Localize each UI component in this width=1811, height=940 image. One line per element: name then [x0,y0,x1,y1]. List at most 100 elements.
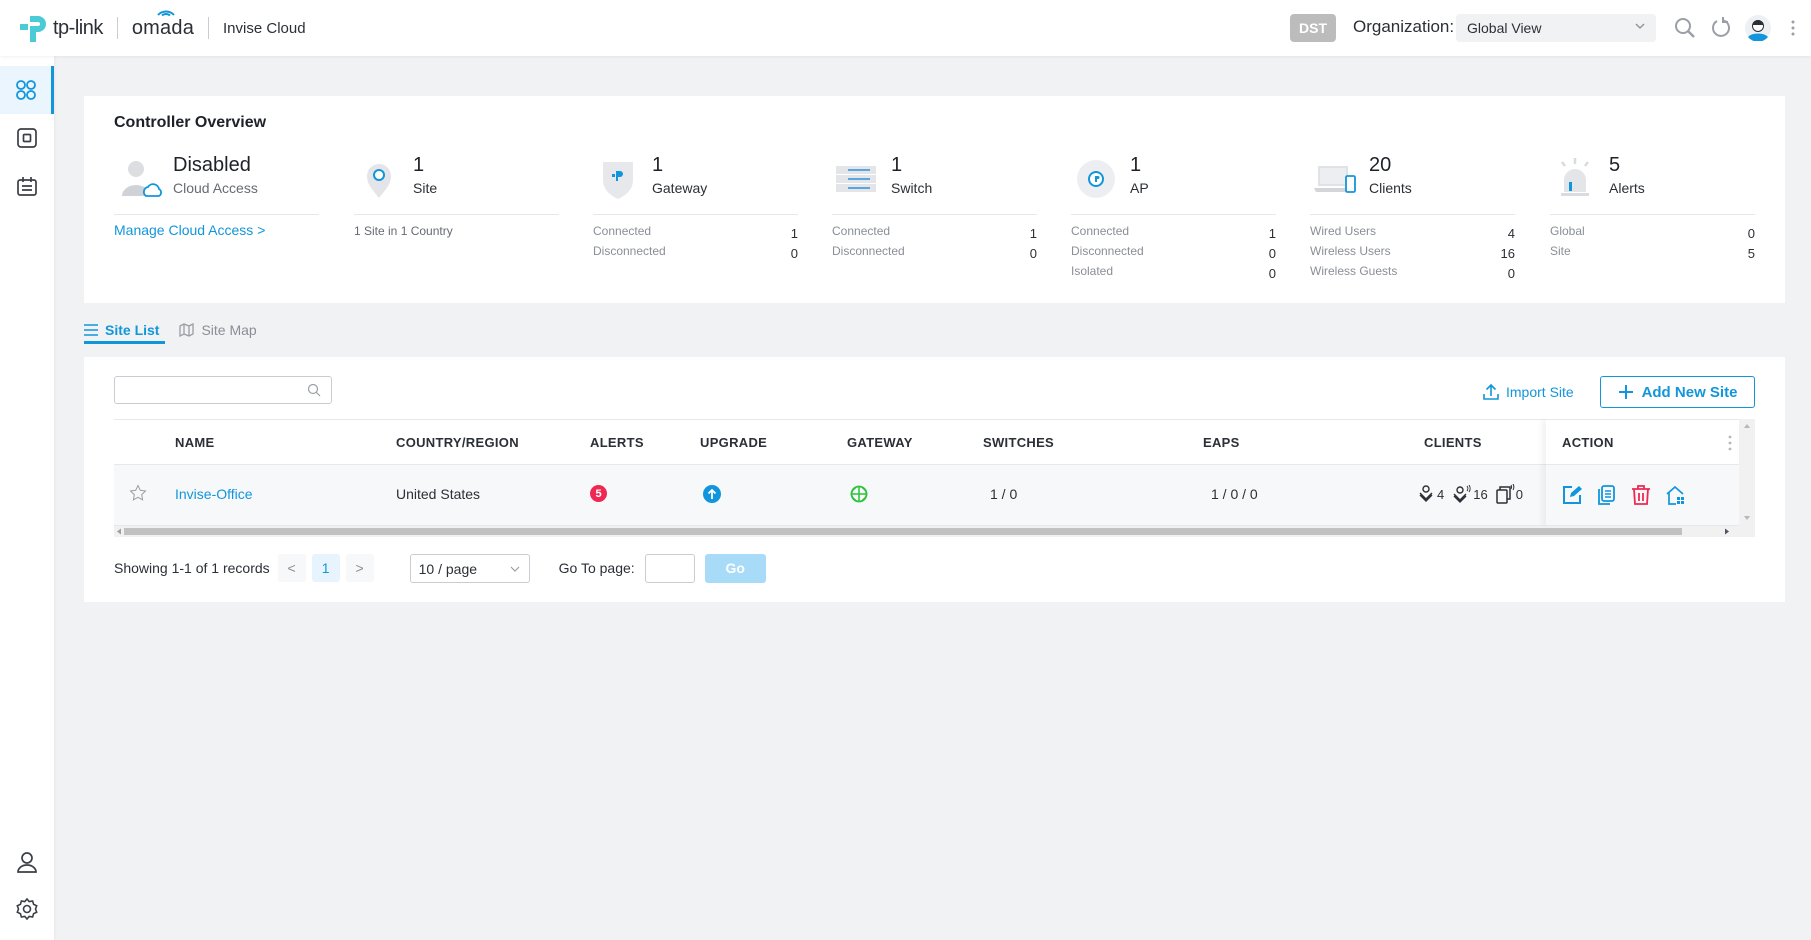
add-new-site-label: Add New Site [1641,383,1738,401]
column-header-clients[interactable]: CLIENTS [1424,435,1482,450]
upgrade-available-icon[interactable] [703,485,721,506]
row-value: 0 [1507,266,1515,281]
refresh-icon[interactable] [1709,16,1733,40]
switches-count: 1 / 0 [990,486,1018,502]
row-value: 0 [790,246,798,261]
cloud-access-label: Cloud Access [173,180,258,196]
row-value: 0 [1029,246,1037,261]
row-label: Connected [1071,224,1130,238]
horizontal-scroll-thumb[interactable] [124,528,1682,535]
divider [593,214,798,215]
records-summary: Showing 1-1 of 1 records [114,560,270,576]
column-header-switches[interactable]: SWITCHES [983,435,1054,450]
device-icon [17,128,37,148]
view-tabs: Site List Site Map [84,318,263,344]
site-label: Site [413,180,438,196]
column-header-upgrade[interactable]: UPGRADE [700,435,767,450]
logo: tp-link omada Invise Cloud [18,10,306,44]
avatar-icon[interactable] [1745,15,1771,42]
add-new-site-button[interactable]: Add New Site [1600,376,1755,408]
gateway-online-globe-icon[interactable] [850,485,868,506]
prev-page-button[interactable]: < [277,554,306,582]
more-vertical-icon[interactable] [1789,16,1797,40]
site-count: 1 [413,154,425,176]
edit-icon[interactable] [1562,485,1582,510]
goto-page-label: Go To page: [558,560,635,576]
scroll-up-arrow-icon[interactable] [1743,423,1751,429]
gateway-count: 1 [652,154,664,176]
scroll-down-arrow-icon[interactable] [1743,515,1751,521]
cloud-user-icon [114,154,164,204]
column-header-name[interactable]: NAME [175,435,214,450]
action-column: ACTION [1546,419,1739,526]
tplink-logo-icon [18,12,50,44]
gateway-disconnected-row: Disconnected 0 [593,244,798,264]
column-header-alerts[interactable]: ALERTS [590,435,644,450]
wireless-count: 16 [1473,486,1488,502]
sidebar-item-schedule[interactable] [0,162,54,210]
site-search[interactable] [114,376,332,404]
row-value: 4 [1507,226,1515,241]
goto-page-input[interactable] [644,553,695,583]
column-header-gateway[interactable]: GATEWAY [847,435,913,450]
guests-count: 0 [1515,486,1523,502]
manage-site-home-icon[interactable] [1665,485,1685,510]
search-input[interactable] [115,377,295,403]
divider [354,214,559,215]
alerts-count-badge[interactable]: 5 [590,485,607,502]
tab-site-map[interactable]: Site Map [179,318,262,342]
search-icon[interactable] [1673,16,1697,40]
search-icon[interactable] [307,383,321,397]
row-value: 1 [1029,226,1037,241]
row-label: Wired Users [1310,224,1377,238]
copy-icon[interactable] [1596,485,1616,510]
sites-table: NAME COUNTRY/REGION ALERTS UPGRADE GATEW… [114,419,1755,539]
sidebar-item-dashboard[interactable] [0,66,54,114]
switch-connected-row: Connected 1 [832,224,1037,244]
table-row[interactable]: Invise-Office United States 5 1 / 0 1 / … [114,465,1755,526]
clients-count: 20 [1369,154,1392,176]
organization-label: Organization: [1353,17,1455,36]
horizontal-scrollbar[interactable] [114,526,1755,537]
page-size-value: 10 / page [418,560,478,577]
column-header-country[interactable]: COUNTRY/REGION [396,435,519,450]
import-site-button[interactable]: Import Site [1482,383,1574,401]
scroll-left-arrow-icon[interactable] [116,528,122,535]
page-1-button[interactable]: 1 [311,554,340,582]
delete-trash-icon[interactable] [1631,485,1651,510]
sidebar-item-account[interactable] [0,838,54,886]
organization-select[interactable]: Global View [1456,14,1656,42]
site-pin-icon [354,154,404,204]
go-button[interactable]: Go [704,553,766,583]
row-label: Isolated [1071,264,1114,278]
row-label: Connected [593,224,652,238]
row-label: Global [1550,224,1585,238]
column-settings-more-icon[interactable] [1728,435,1732,456]
site-name-link[interactable]: Invise-Office [175,486,253,502]
favorite-star-icon[interactable] [129,484,147,505]
vertical-scrollbar[interactable] [1739,419,1755,526]
plus-icon [1618,385,1633,399]
sidebar-item-devices[interactable] [0,114,54,162]
sidebar-item-settings[interactable] [0,885,54,933]
import-site-label: Import Site [1506,384,1574,400]
tab-site-list[interactable]: Site List [84,318,166,344]
site-country-note: 1 Site in 1 Country [354,224,453,238]
page-size-select[interactable]: 10 / page [409,553,530,583]
row-label: Site [1550,244,1571,258]
guest-device-icon [1495,484,1515,504]
wired-user-icon [1419,485,1433,502]
ap-count: 1 [1130,154,1142,176]
column-header-eaps[interactable]: EAPS [1203,435,1240,450]
list-icon [84,323,98,336]
next-page-button[interactable]: > [345,554,374,582]
row-value: 1 [1268,226,1276,241]
alerts-label: Alerts [1609,180,1645,196]
scroll-right-arrow-icon[interactable] [1724,528,1730,535]
ap-label: AP [1130,180,1149,196]
switch-device-icon [832,154,882,204]
site-country: United States [396,486,481,502]
divider [832,214,1037,215]
manage-cloud-access-link[interactable]: Manage Cloud Access > [114,222,265,238]
divider [1071,214,1276,215]
